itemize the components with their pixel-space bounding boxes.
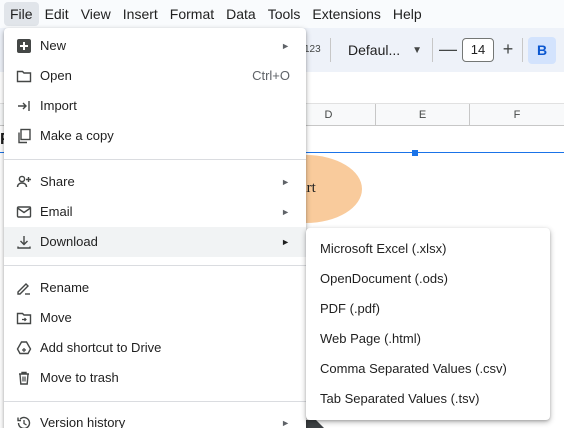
menu-item-label: Add shortcut to Drive (40, 340, 162, 355)
menu-item-label: Make a copy (40, 128, 114, 143)
column-header-e[interactable]: E (376, 104, 470, 126)
menu-item-label: Share (40, 174, 75, 189)
menu-help[interactable]: Help (387, 2, 428, 26)
submenu-arrow-icon: ► (281, 237, 290, 247)
font-family-value: Defaul... (348, 42, 401, 58)
download-icon (17, 236, 31, 249)
font-family-select[interactable]: Defaul... ▼ (338, 36, 428, 64)
download-pdf[interactable]: PDF (.pdf) (306, 294, 550, 324)
submenu-item-label: Comma Separated Values (.csv) (320, 361, 507, 376)
download-tsv[interactable]: Tab Separated Values (.tsv) (306, 384, 550, 414)
download-ods[interactable]: OpenDocument (.ods) (306, 264, 550, 294)
submenu-arrow-icon: ► (281, 207, 290, 217)
submenu-arrow-icon: ► (281, 41, 290, 51)
menu-item-label: Move to trash (40, 370, 119, 385)
submenu-item-label: OpenDocument (.ods) (320, 271, 448, 286)
menu-format[interactable]: Format (164, 2, 220, 26)
submenu-arrow-icon: ► (281, 177, 290, 187)
download-submenu: Microsoft Excel (.xlsx) OpenDocument (.o… (306, 228, 550, 420)
submenu-arrow-icon: ► (281, 418, 290, 428)
toolbar-divider (432, 38, 433, 62)
menu-divider (4, 265, 306, 266)
menu-item-version-history[interactable]: Version history ► (4, 408, 306, 428)
email-icon (16, 206, 32, 218)
menu-bar: File Edit View Insert Format Data Tools … (0, 0, 564, 28)
menu-item-new[interactable]: New ► (4, 31, 306, 61)
file-menu: New ► Open Ctrl+O Import Make a copy Sha… (4, 28, 306, 428)
trash-icon (19, 371, 29, 385)
submenu-item-label: Web Page (.html) (320, 331, 421, 346)
menu-item-label: Move (40, 310, 72, 325)
toolbar-divider (330, 38, 331, 62)
menu-item-label: Download (40, 234, 98, 249)
caret-down-icon: ▼ (412, 44, 423, 56)
toolbar-divider (522, 38, 523, 62)
column-header-f[interactable]: F (470, 104, 564, 126)
download-html[interactable]: Web Page (.html) (306, 324, 550, 354)
bold-button[interactable]: B (528, 37, 556, 64)
menu-item-make-copy[interactable]: Make a copy (4, 121, 306, 151)
menu-data[interactable]: Data (220, 2, 262, 26)
folder-icon (16, 70, 32, 83)
menu-extensions[interactable]: Extensions (306, 2, 386, 26)
copy-icon (18, 128, 31, 144)
menu-item-move[interactable]: Move (4, 303, 306, 333)
submenu-item-label: Microsoft Excel (.xlsx) (320, 241, 447, 256)
font-size-input[interactable]: 14 (462, 38, 494, 62)
menu-view[interactable]: View (75, 2, 117, 26)
menu-item-label: Email (40, 204, 73, 219)
menu-file[interactable]: File (4, 2, 39, 26)
menu-item-move-to-trash[interactable]: Move to trash (4, 363, 306, 393)
menu-tools[interactable]: Tools (262, 2, 307, 26)
drive-shortcut-icon (16, 341, 32, 355)
person-add-icon (16, 175, 31, 188)
move-folder-icon (16, 312, 32, 325)
shortcut-hint: Ctrl+O (252, 68, 290, 83)
menu-edit[interactable]: Edit (39, 2, 75, 26)
selection-handle[interactable] (412, 150, 418, 156)
menu-item-label: New (40, 38, 67, 53)
menu-item-import[interactable]: Import (4, 91, 306, 121)
download-xlsx[interactable]: Microsoft Excel (.xlsx) (306, 234, 550, 264)
submenu-item-label: PDF (.pdf) (320, 301, 380, 316)
number-format-button[interactable]: 123 (304, 44, 321, 55)
increase-font-size-button[interactable]: + (498, 38, 518, 62)
plus-square-icon (17, 39, 31, 53)
submenu-item-label: Tab Separated Values (.tsv) (320, 391, 480, 406)
menu-item-download[interactable]: Download ► (4, 227, 306, 257)
menu-item-label: Import (40, 98, 77, 113)
menu-item-label: Open (40, 68, 72, 83)
menu-insert[interactable]: Insert (117, 2, 164, 26)
menu-divider (4, 401, 306, 402)
rename-icon (17, 283, 30, 295)
menu-item-label: Version history (40, 415, 126, 428)
history-icon (17, 416, 31, 428)
download-csv[interactable]: Comma Separated Values (.csv) (306, 354, 550, 384)
menu-item-add-shortcut[interactable]: Add shortcut to Drive (4, 333, 306, 363)
menu-item-email[interactable]: Email ► (4, 197, 306, 227)
menu-item-open[interactable]: Open Ctrl+O (4, 61, 306, 91)
menu-item-share[interactable]: Share ► (4, 167, 306, 197)
menu-divider (4, 159, 306, 160)
menu-item-rename[interactable]: Rename (4, 273, 306, 303)
import-icon (18, 101, 30, 111)
menu-item-label: Rename (40, 280, 90, 295)
decrease-font-size-button[interactable]: — (438, 38, 458, 62)
